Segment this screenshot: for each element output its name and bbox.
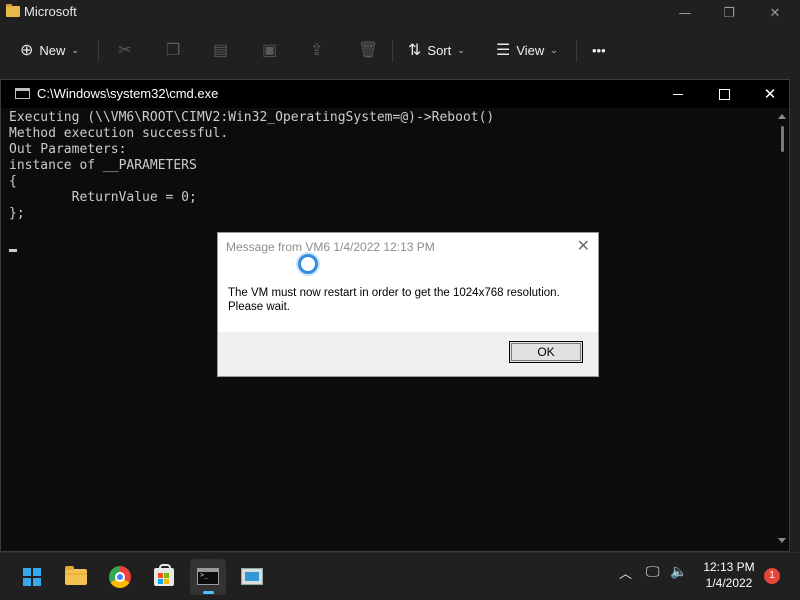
chrome-icon (109, 566, 131, 588)
start-button[interactable] (14, 559, 50, 595)
rename-icon: ▣ (262, 42, 278, 59)
maximize-icon (718, 89, 730, 100)
ok-button[interactable]: OK (509, 341, 583, 363)
busy-cursor-icon (298, 254, 318, 274)
minimize-icon (673, 93, 683, 96)
clock-time: 12:13 PM (703, 560, 755, 574)
cut-button[interactable]: ✂ (118, 34, 131, 66)
paste-icon: ▤ (213, 42, 229, 59)
dialog-message: The VM must now restart in order to get … (228, 286, 588, 314)
share-icon: ⇪ (310, 42, 324, 59)
clock-date: 1/4/2022 (705, 576, 753, 590)
chevron-down-icon: ⌄ (457, 44, 465, 55)
share-button[interactable]: ⇪ (310, 34, 323, 66)
console-line: Executing (\\VM6\ROOT\CIMV2:Win32_Operat… (9, 110, 495, 125)
view-button[interactable]: ☰ View ⌄ (496, 34, 558, 66)
console-line: ReturnValue = 0; (9, 190, 197, 205)
volume-icon[interactable]: 🔈 (670, 564, 687, 580)
chrome-button[interactable] (102, 559, 138, 595)
console-line: Method execution successful. (9, 126, 229, 141)
console-line: Out Parameters: (9, 142, 127, 157)
scroll-thumb[interactable] (781, 126, 784, 152)
cmd-taskbar-button[interactable] (190, 559, 226, 595)
sort-icon: ⇅ (408, 42, 422, 59)
sort-button[interactable]: ⇅ Sort ⌄ (408, 34, 465, 66)
toolbar-divider (98, 40, 99, 62)
close-icon[interactable]: ✕ (577, 236, 590, 256)
scroll-down-icon[interactable] (778, 538, 786, 543)
cmd-titlebar[interactable]: C:\Windows\system32\cmd.exe ✕ (1, 80, 789, 108)
minimize-icon[interactable]: — (668, 3, 702, 25)
message-dialog: Message from VM6 1/4/2022 12:13 PM ✕ The… (217, 232, 599, 377)
taskbar-clock[interactable]: 12:13 PM 1/4/2022 (697, 559, 761, 591)
cut-icon: ✂ (118, 42, 132, 59)
vertical-scrollbar[interactable] (775, 108, 789, 551)
windows-logo-icon (23, 568, 41, 586)
more-icon: ••• (592, 42, 606, 58)
maximize-button[interactable] (701, 80, 747, 108)
console-line: }; (9, 206, 25, 221)
toolbar-divider (576, 40, 577, 62)
scroll-up-icon[interactable] (778, 114, 786, 119)
cmd-icon (15, 88, 30, 99)
console-line: instance of __PARAMETERS (9, 158, 197, 173)
console-output[interactable]: Executing (\\VM6\ROOT\CIMV2:Win32_Operat… (9, 110, 769, 222)
delete-button[interactable]: 🗑 (358, 34, 378, 66)
explorer-titlebar[interactable]: Microsoft — ❐ ✕ (0, 0, 800, 28)
store-icon (154, 564, 174, 586)
folder-icon (6, 4, 20, 17)
cmd-icon (197, 568, 219, 585)
explorer-title: Microsoft (24, 4, 77, 19)
delete-icon: 🗑 (358, 42, 379, 59)
remote-desktop-button[interactable] (234, 559, 270, 595)
chevron-up-icon[interactable]: ︿ (619, 563, 632, 582)
file-explorer-button[interactable] (58, 559, 94, 595)
maximize-icon[interactable]: ❐ (712, 3, 746, 25)
dialog-footer: OK (218, 332, 598, 376)
explorer-toolbar: ⊕ New ⌄ ✂ ❐ ▤ ▣ ⇪ 🗑 ⇅ Sort ⌄ ☰ View ⌄ ••… (0, 34, 800, 68)
toolbar-divider (392, 40, 393, 62)
close-icon[interactable]: ✕ (758, 3, 792, 25)
network-icon[interactable]: 🖵 (646, 564, 660, 580)
copy-icon: ❐ (166, 42, 181, 59)
chevron-down-icon: ⌄ (550, 44, 558, 55)
notification-badge[interactable]: 1 (764, 568, 780, 584)
plus-circle-icon: ⊕ (20, 42, 34, 59)
console-line: { (9, 174, 17, 189)
dialog-message-line: The VM must now restart in order to get … (228, 287, 560, 299)
close-button[interactable]: ✕ (747, 80, 793, 108)
minimize-button[interactable] (655, 80, 701, 108)
store-button[interactable] (146, 559, 182, 595)
new-label: New (39, 42, 66, 58)
chevron-down-icon: ⌄ (71, 44, 79, 55)
sort-label: Sort (427, 42, 452, 58)
active-indicator (203, 591, 214, 594)
new-button[interactable]: ⊕ New ⌄ (20, 34, 79, 66)
remote-desktop-icon (241, 568, 263, 585)
text-cursor (9, 249, 17, 252)
more-options-button[interactable]: ••• (592, 34, 606, 66)
cmd-title: C:\Windows\system32\cmd.exe (37, 86, 219, 101)
copy-button[interactable]: ❐ (166, 34, 180, 66)
rename-button[interactable]: ▣ (262, 34, 277, 66)
paste-button[interactable]: ▤ (213, 34, 228, 66)
dialog-message-line: Please wait. (228, 301, 291, 313)
view-label: View (516, 42, 545, 58)
view-icon: ☰ (496, 42, 511, 59)
dialog-title: Message from VM6 1/4/2022 12:13 PM (226, 240, 435, 254)
file-explorer-icon (65, 566, 87, 585)
close-icon: ✕ (763, 85, 777, 103)
